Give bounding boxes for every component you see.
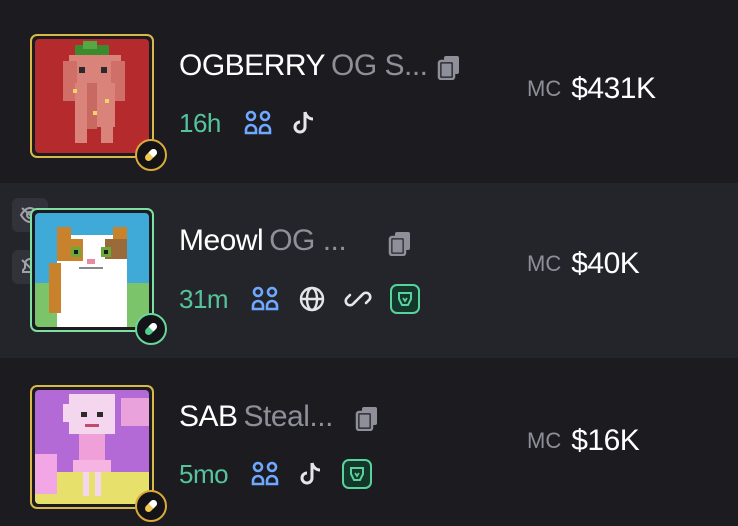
market-cap-value: $16K [571, 424, 640, 457]
market-cap-label: MC [527, 428, 562, 453]
token-symbol: OGBERRY [179, 49, 326, 82]
market-cap: MC $40K [527, 247, 640, 281]
token-fullname: OG ... [269, 224, 347, 257]
fang-icon[interactable] [390, 284, 421, 314]
tiktok-icon[interactable] [298, 460, 324, 488]
copy-icon[interactable] [437, 54, 461, 85]
token-row[interactable]: Meowl OG ... 31m MC $40K [0, 183, 738, 358]
token-image-sab [35, 390, 149, 504]
link-icon[interactable] [344, 285, 372, 313]
token-name[interactable]: Meowl OG ... [179, 224, 347, 258]
market-cap-label: MC [527, 76, 562, 101]
token-list: OGBERRY OG S... 16h MC $431K Meowl OG ..… [0, 0, 738, 526]
token-meta: 16h [179, 107, 335, 139]
token-image[interactable] [30, 34, 167, 171]
fang-icon[interactable] [342, 459, 373, 489]
holders-icon[interactable] [250, 285, 280, 313]
token-age: 16h [179, 107, 221, 138]
market-cap-value: $431K [571, 72, 656, 105]
token-image-ogberry [35, 39, 149, 153]
pill-icon [135, 313, 167, 345]
token-name[interactable]: OGBERRY OG S... [179, 49, 428, 83]
token-row[interactable]: OGBERRY OG S... 16h MC $431K [0, 0, 738, 183]
holders-icon[interactable] [250, 460, 280, 488]
market-cap-label: MC [527, 251, 562, 276]
holders-icon[interactable] [243, 109, 273, 137]
tiktok-icon[interactable] [291, 109, 317, 137]
market-cap: MC $16K [527, 424, 640, 458]
copy-icon[interactable] [388, 230, 412, 261]
token-image[interactable] [30, 385, 167, 522]
token-name[interactable]: SAB Steal... [179, 400, 333, 434]
market-cap: MC $431K [527, 72, 656, 106]
globe-icon[interactable] [298, 285, 326, 313]
token-symbol: Meowl [179, 224, 264, 257]
pill-icon [135, 490, 167, 522]
token-symbol: SAB [179, 400, 238, 433]
token-age: 31m [179, 283, 229, 314]
token-fullname: Steal... [243, 400, 334, 433]
token-row[interactable]: SAB Steal... 5mo MC $16K [0, 358, 738, 526]
market-cap-value: $40K [571, 247, 640, 280]
pill-icon [135, 139, 167, 171]
token-meta: 5mo [179, 458, 390, 490]
token-fullname: OG S... [331, 49, 428, 82]
token-meta: 31m [179, 283, 438, 315]
token-image-meowl [35, 213, 149, 327]
token-age: 5mo [179, 458, 229, 489]
copy-icon[interactable] [355, 405, 379, 436]
token-image[interactable] [30, 208, 167, 345]
